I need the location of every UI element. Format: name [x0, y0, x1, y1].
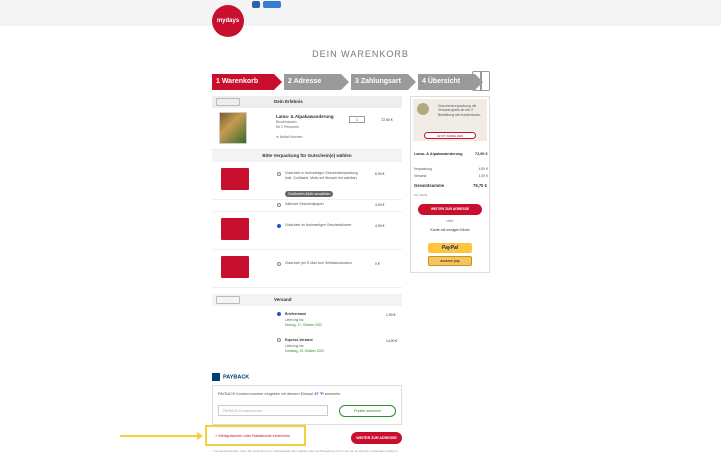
- shipping-date: Montag, 17. Oktober 2022: [285, 323, 323, 327]
- summary-item-price: 72,90 €: [475, 152, 488, 156]
- payback-prompt: PAYBACK Kundennummer eingeben mit diesem…: [218, 392, 341, 396]
- summary-total-label: Gesamtsumme: [414, 183, 445, 188]
- print-voucher-image: [221, 256, 249, 278]
- amazon-pay-button[interactable]: amazon pay: [428, 256, 472, 266]
- truck-icon: [216, 296, 240, 304]
- product-details: Bruchhausen für 2 Personen: [276, 120, 299, 130]
- voucher-code-link[interactable]: + Wertgutschein oder Rabattcode einreich…: [215, 434, 290, 438]
- packaging-option-box[interactable]: Gutschein in hochwertiger Geschenkverpac…: [212, 162, 402, 200]
- vat-note: inkl. MwSt.: [414, 193, 428, 197]
- summary-row-value: 1,90 €: [478, 174, 488, 178]
- shipping-name: Briefversand: [285, 312, 306, 316]
- checkout-steps: 1 Warenkorb 2 Adresse 3 Zahlungsart 4 Üb…: [212, 74, 483, 90]
- payback-prompt-suffix: sammeln.: [323, 392, 342, 396]
- experience-icon: [216, 98, 240, 106]
- next-to-address-button[interactable]: WEITER ZUR ADRESSE: [351, 432, 402, 444]
- product-image[interactable]: [219, 112, 247, 144]
- shipping-footnote: * Versandkostenfrei, wenn Sie Gutschein …: [212, 449, 398, 453]
- packaging-radio-envelope[interactable]: [277, 224, 281, 228]
- top-bar: [0, 0, 721, 26]
- packaging-radio-paper[interactable]: [277, 203, 281, 207]
- cart-product: Lama- & Alpakawanderung Bruchhausen für …: [212, 108, 402, 150]
- packaging-option-envelope[interactable]: Gutschein im hochwertigen Geschenkkuvert…: [212, 212, 402, 250]
- summary-row-value: 4,90 €: [478, 167, 488, 171]
- packaging-option-price: 4,90 €: [375, 224, 385, 228]
- packaging-option-text: Gutschein in hochwertiger Geschenkverpac…: [285, 171, 358, 180]
- shipping-name: Express-Versand: [285, 338, 313, 342]
- payback-number-input[interactable]: PAYBACK Kundennummer: [218, 405, 328, 416]
- packaging-option-email[interactable]: Gutschein per E-Mail zum Selbstausdrucke…: [212, 250, 402, 288]
- shipping-date: Samstag, 15. Oktober 2022: [285, 349, 324, 353]
- summary-row-shipping: Versand 1,90 €: [414, 174, 488, 178]
- quantity-select[interactable]: 1: [349, 116, 365, 123]
- shipping-radio-express[interactable]: [277, 338, 281, 342]
- packaging-heading: Bitte Verpackung für Gutschein(e) wählen: [212, 150, 402, 162]
- shipping-price: 14,90 €: [386, 339, 398, 343]
- page-title: DEIN WARENKORB: [312, 49, 409, 59]
- packaging-radio-email[interactable]: [277, 262, 281, 266]
- collect-points-button[interactable]: Punkte sammeln: [339, 405, 396, 417]
- shipping-option-letter[interactable]: Briefversand Lieferung bis: Montag, 17. …: [212, 306, 402, 333]
- voucher-highlight-box: + Wertgutschein oder Rabattcode einreich…: [205, 425, 306, 446]
- trust-badge-icon: [252, 1, 260, 8]
- summary-row-packaging: Verpackung 4,90 €: [414, 167, 488, 171]
- summary-row-label: Versand: [414, 174, 427, 178]
- summary-item-title: Lama- & Alpakawanderung: [414, 152, 463, 156]
- product-people: für 2 Personen: [276, 125, 299, 129]
- mydays-logo[interactable]: mydays: [212, 5, 244, 37]
- shipping-delivery-label: Lieferung bis:: [285, 318, 305, 322]
- packaging-option-price: 3,00 €: [375, 203, 385, 207]
- trust-badges: [252, 1, 281, 8]
- shipping-section-header: Versand: [212, 294, 402, 306]
- packaging-option-text: Inklusive Geschenkpapier: [285, 202, 324, 206]
- quick-buy-label: Kaufe mit wenigen Klicks: [430, 228, 470, 232]
- step-payment: 3 Zahlungsart: [351, 74, 416, 90]
- order-summary-sidebar: Geschenkverpackung mit Versand gratis ab…: [410, 96, 490, 273]
- rating-badge-icon: [263, 1, 281, 8]
- gift-box-image: [221, 168, 249, 190]
- shipping-delivery-label: Lieferung bis:: [285, 344, 305, 348]
- gift-promo-text: Geschenkverpackung mit Versand gratis ab…: [438, 104, 482, 117]
- shipping-price: 1,90 €: [386, 313, 396, 317]
- gift-badge-icon: [417, 103, 429, 115]
- remove-item-link[interactable]: Artikel löschen: [276, 135, 303, 139]
- gift-icon: [472, 71, 490, 91]
- shipping-radio-letter[interactable]: [277, 312, 281, 316]
- packaging-option-text: Gutschein per E-Mail zum Selbstausdrucke…: [285, 261, 352, 265]
- packaging-radio-box[interactable]: [277, 172, 281, 176]
- sidebar-next-button[interactable]: WEITER ZUR ADRESSE: [418, 204, 482, 215]
- or-label: oder: [446, 219, 454, 223]
- shipping-heading: Versand: [274, 297, 292, 302]
- paypal-button[interactable]: PayPal: [428, 243, 472, 253]
- step-address: 2 Adresse: [284, 74, 349, 90]
- experience-section-label: Dein Erlebnis: [274, 99, 303, 104]
- product-title[interactable]: Lama- & Alpakawanderung: [276, 114, 334, 119]
- payback-box: PAYBACK Kundennummer eingeben mit diesem…: [212, 385, 402, 425]
- summary-total-value: 79,70 €: [473, 183, 487, 188]
- packaging-option-text: Gutschein im hochwertigen Geschenkkuvert: [285, 223, 352, 227]
- greeting-card-button[interactable]: Grußkarten-Motiv auswählen: [285, 191, 334, 197]
- envelope-image: [221, 218, 249, 240]
- shipping-option-express[interactable]: Express-Versand Lieferung bis: Samstag, …: [212, 333, 402, 359]
- payback-icon: [212, 373, 220, 381]
- experience-section-header: Dein Erlebnis: [212, 96, 402, 108]
- step-cart[interactable]: 1 Warenkorb: [212, 74, 282, 90]
- summary-row-label: Verpackung: [414, 167, 432, 171]
- payback-prompt-prefix: PAYBACK Kundennummer eingeben mit diesem…: [218, 392, 315, 396]
- payback-logo-text: PAYBACK: [223, 374, 250, 381]
- packaging-option-price: 0 €: [375, 262, 380, 266]
- highlight-arrow: [120, 432, 203, 440]
- login-now-button[interactable]: JETZT ANMELDEN: [424, 132, 476, 139]
- payback-logo: PAYBACK: [212, 373, 249, 381]
- packaging-option-paper[interactable]: Inklusive Geschenkpapier 3,00 €: [212, 200, 402, 212]
- gift-promo-box: Geschenkverpackung mit Versand gratis ab…: [413, 99, 487, 141]
- payback-points: 37 °P: [314, 392, 324, 396]
- packaging-option-price: 6,90 €: [375, 172, 385, 176]
- cart-main: Dein Erlebnis Lama- & Alpakawanderung Br…: [212, 96, 402, 359]
- product-price: 72,90 €: [381, 118, 393, 122]
